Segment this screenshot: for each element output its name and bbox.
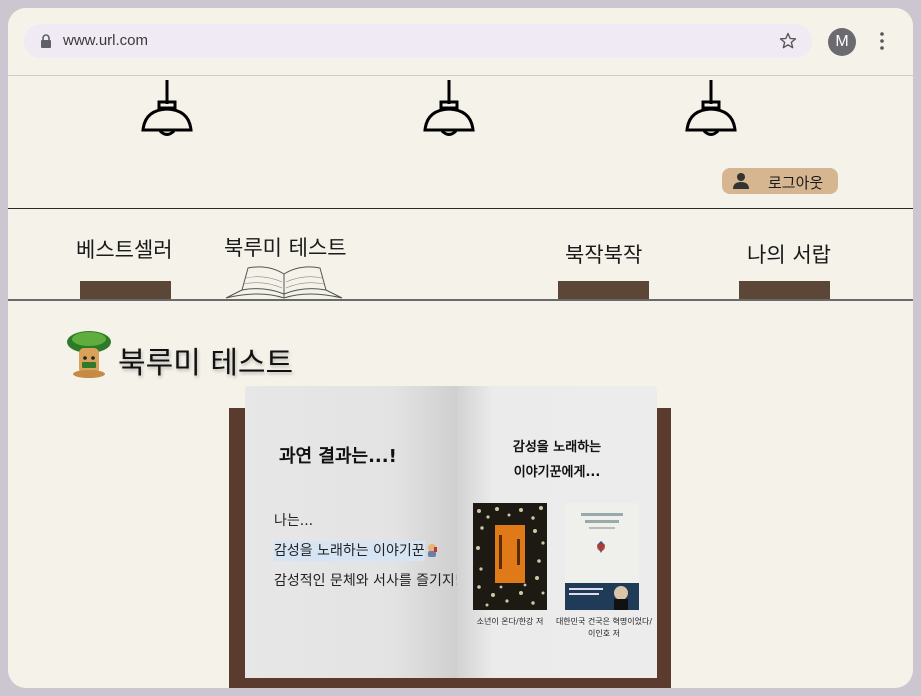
result-book: 과연 결과는...! 나는... 감성을 노래하는 이야기꾼 감성적인 문체와 …: [229, 386, 671, 688]
book-caption-line2: 이인호 저: [588, 629, 620, 638]
lamp-icon: [423, 80, 475, 136]
nav-bookrumi-test[interactable]: 북루미 테스트: [224, 232, 347, 262]
recommend-title-line1: 감성을 노래하는: [512, 440, 602, 455]
tree-mascot-icon: [67, 331, 111, 378]
shelf-block: [739, 281, 830, 299]
book-left-page: 과연 결과는...! 나는... 감성을 노래하는 이야기꾼 감성적인 문체와 …: [245, 386, 461, 678]
recommend-title-line2: 이야기꾼에게...: [513, 465, 601, 480]
book-right-page: 감성을 노래하는 이야기꾼에게... 소년이 온다/한강 저 대한민국 건국은 …: [457, 386, 657, 678]
book-cover-image[interactable]: [565, 503, 639, 610]
result-intro: 나는...: [274, 513, 314, 529]
singer-icon: [427, 544, 437, 557]
lamp-icon: [685, 80, 737, 136]
nav-my-drawer[interactable]: 나의 서랍: [747, 239, 831, 269]
lamp-icon: [141, 80, 193, 136]
nav-bookjak[interactable]: 북작북작: [565, 239, 642, 269]
book-caption: 대한민국 건국은 혁명이었다/ 이인호 저: [549, 616, 659, 640]
browser-toolbar: www.url.com M: [8, 8, 913, 76]
result-description: 감성적인 문체와 서사를 즐기지!: [274, 573, 461, 589]
result-type: 감성을 노래하는 이야기꾼: [274, 540, 439, 561]
bookmark-star-icon[interactable]: [778, 31, 798, 51]
url-text: www.url.com: [63, 32, 149, 49]
logout-label: 로그아웃: [768, 174, 824, 192]
nav-bestseller[interactable]: 베스트셀러: [76, 234, 173, 264]
browser-window: www.url.com M 로그아웃 베스트셀러 북루미 테스트 북작북작 나의…: [8, 8, 913, 688]
book-caption-line1: 대한민국 건국은 혁명이었다/: [555, 617, 653, 626]
result-type-name: 감성을 노래하는 이야기꾼: [274, 541, 425, 561]
open-book-icon: [225, 266, 343, 299]
result-title: 과연 결과는...!: [279, 446, 397, 467]
book-cover-image[interactable]: [473, 503, 547, 610]
profile-avatar[interactable]: M: [828, 28, 856, 56]
page-title: 북루미 테스트: [118, 346, 294, 381]
address-bar[interactable]: www.url.com: [24, 24, 812, 58]
shelf-block: [558, 281, 649, 299]
shelf-block: [80, 281, 171, 299]
lock-icon: [41, 34, 51, 48]
nav-divider-top: [8, 208, 913, 209]
more-menu-icon[interactable]: [880, 32, 884, 50]
user-icon: [733, 173, 749, 189]
book-caption: 소년이 온다/한강 저: [476, 617, 544, 626]
nav-divider-bottom: [8, 299, 913, 301]
logout-button[interactable]: 로그아웃: [722, 168, 838, 194]
